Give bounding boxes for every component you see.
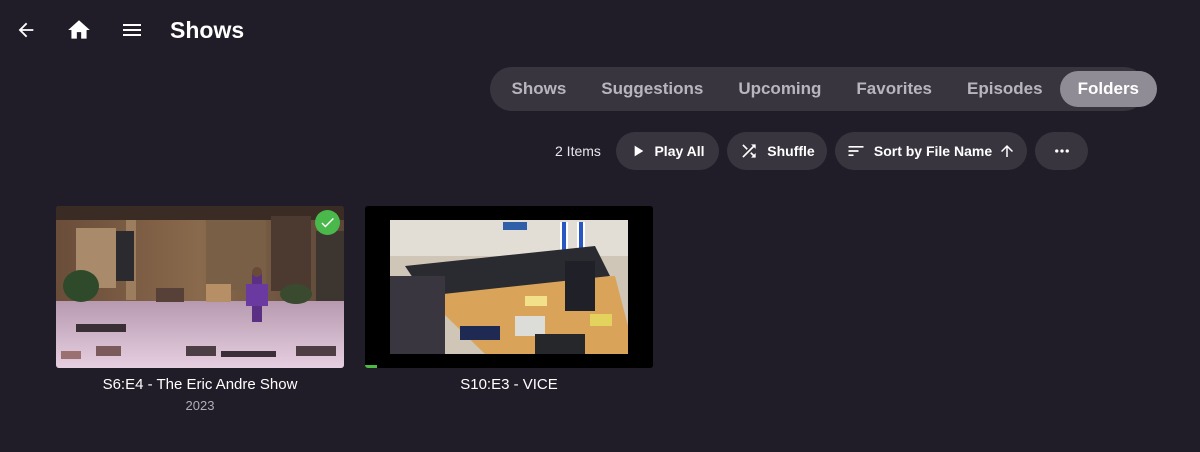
episode-title[interactable]: S10:E3 - VICE	[365, 376, 653, 394]
more-options-button[interactable]	[1035, 132, 1088, 170]
back-button[interactable]	[10, 12, 42, 48]
episode-thumbnail[interactable]	[365, 206, 653, 368]
more-horizontal-icon	[1054, 149, 1069, 153]
played-indicator	[315, 210, 340, 235]
vice-episode-image	[365, 206, 653, 368]
home-button[interactable]	[63, 12, 95, 48]
episode-thumbnail[interactable]	[56, 206, 344, 368]
tab-shows[interactable]: Shows	[494, 71, 584, 107]
play-all-label: Play All	[654, 143, 705, 159]
watch-progress-bar	[365, 365, 377, 368]
hamburger-menu-icon	[123, 24, 141, 36]
episode-year: 2023	[185, 398, 215, 413]
episode-card[interactable]: S6:E4 - The Eric Andre Show 2023	[56, 206, 344, 414]
shuffle-icon	[742, 144, 756, 158]
eric-andre-show-image	[56, 206, 344, 368]
page-title: Shows	[170, 17, 245, 43]
tab-upcoming[interactable]: Upcoming	[721, 71, 839, 107]
tab-folders[interactable]: Folders	[1060, 71, 1157, 107]
episode-title[interactable]: S6:E4 - The Eric Andre Show	[56, 376, 344, 394]
menu-button[interactable]	[116, 12, 148, 48]
list-toolbar: 2 Items Play All Shuffle Sort by File Na…	[0, 132, 1200, 170]
arrow-up-icon	[1001, 145, 1014, 157]
arrow-left-icon	[18, 22, 34, 38]
home-icon	[68, 20, 90, 39]
episode-card[interactable]: S10:E3 - VICE	[365, 206, 653, 394]
item-count: 2 Items	[555, 143, 601, 159]
checkmark-icon	[321, 217, 334, 228]
sort-lines-icon	[848, 146, 864, 156]
tab-favorites[interactable]: Favorites	[839, 71, 950, 107]
play-all-button[interactable]: Play All	[616, 132, 719, 170]
sort-label: Sort by File Name	[873, 143, 993, 159]
shuffle-label: Shuffle	[767, 143, 815, 159]
sort-button[interactable]: Sort by File Name	[835, 132, 1027, 170]
play-icon	[635, 145, 644, 157]
shuffle-button[interactable]: Shuffle	[727, 132, 827, 170]
app-header: Shows	[0, 0, 1200, 60]
view-tabs: Shows Suggestions Upcoming Favorites Epi…	[490, 67, 1157, 111]
tab-suggestions[interactable]: Suggestions	[584, 71, 721, 107]
tab-episodes[interactable]: Episodes	[950, 71, 1061, 107]
